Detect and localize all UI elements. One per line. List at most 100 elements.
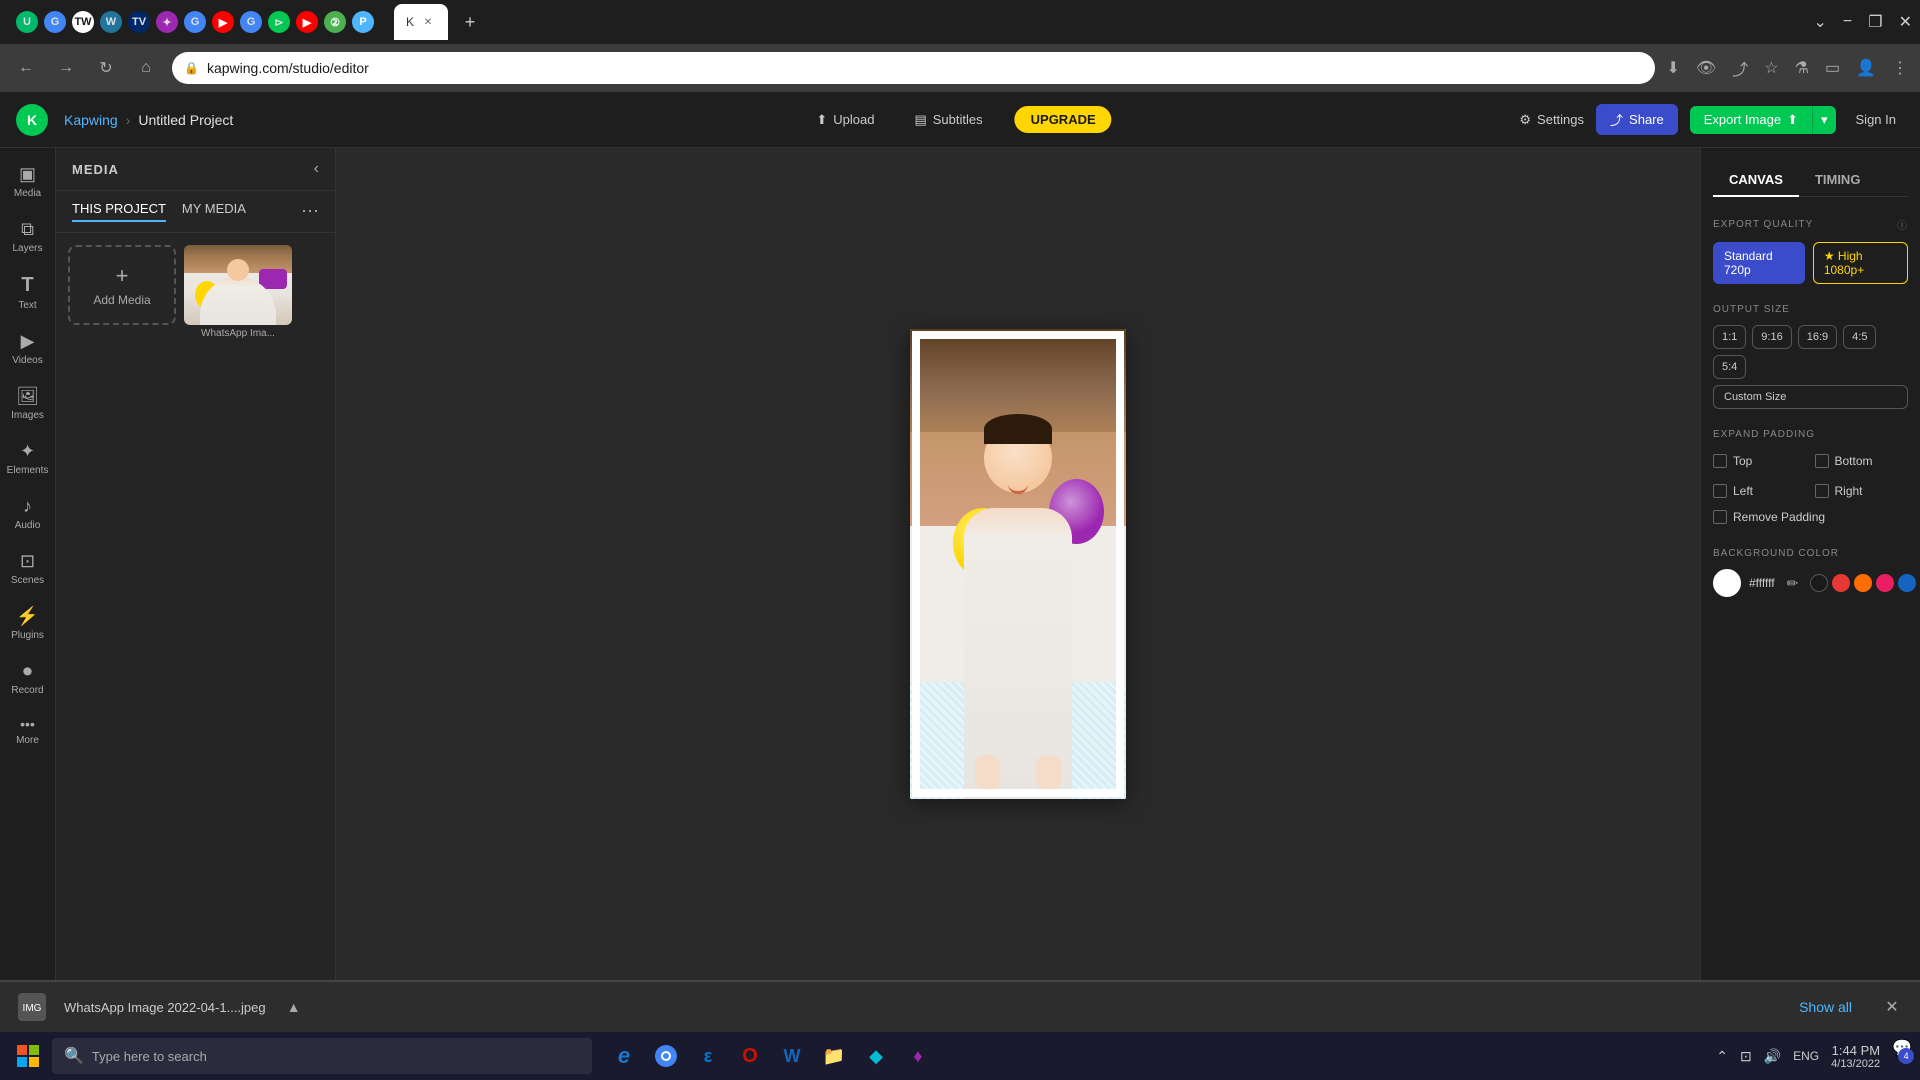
padding-bottom-button[interactable]: Bottom [1815,450,1909,472]
padding-top-button[interactable]: Top [1713,450,1807,472]
custom-size-button[interactable]: Custom Size [1713,385,1908,409]
bg-color-swatch[interactable] [1713,569,1741,597]
taskbar-speaker-icon[interactable]: 🔊 [1764,1048,1781,1065]
close-window-button[interactable]: ✕ [1899,12,1912,32]
start-button[interactable] [8,1036,48,1076]
show-all-button[interactable]: Show all [1799,999,1852,1015]
favicon-google3[interactable]: G [240,11,262,33]
padding-left-checkbox[interactable] [1713,484,1727,498]
tab-canvas[interactable]: CANVAS [1713,164,1799,197]
remove-padding-button[interactable]: Remove Padding [1713,506,1908,528]
sidebar-item-media[interactable]: ▣ Media [0,156,55,207]
notification-area[interactable]: 💬 4 [1892,1038,1912,1074]
padding-left-button[interactable]: Left [1713,480,1807,502]
sidebar-item-plugins[interactable]: ⚡ Plugins [0,598,55,649]
forward-button[interactable]: → [52,54,80,82]
sidebar-item-layers[interactable]: ⧉ Layers [0,211,55,262]
tab-my-media[interactable]: MY MEDIA [182,201,246,222]
close-bottom-bar-button[interactable]: ✕ [1880,995,1904,1019]
taskbar-app-explorer[interactable]: 📁 [814,1036,854,1076]
profile-icon[interactable]: 👤 [1856,58,1876,78]
favicon-youtube1[interactable]: ▶ [212,11,234,33]
back-button[interactable]: ← [12,54,40,82]
media-panel-collapse-button[interactable]: ‹ [314,160,319,178]
upload-button[interactable]: ⬆ Upload [808,108,882,132]
color-dot-red[interactable] [1832,574,1850,592]
kapwing-logo[interactable]: K [16,104,48,136]
favicon-todoist[interactable]: TW [72,11,94,33]
padding-right-button[interactable]: Right [1815,480,1909,502]
sidebar-item-videos[interactable]: ▶ Videos [0,323,55,374]
bg-pen-icon[interactable]: ✏ [1787,575,1799,592]
size-4-5-button[interactable]: 4:5 [1843,325,1876,349]
sidebar-item-elements[interactable]: ✦ Elements [0,433,55,484]
favicon-google2[interactable]: G [184,11,206,33]
star-icon[interactable]: ☆ [1764,58,1778,78]
address-bar[interactable]: 🔒 kapwing.com/studio/editor [172,52,1655,84]
minimize-button[interactable]: − [1843,13,1852,31]
home-button[interactable]: ⌂ [132,54,160,82]
taskbar-search-bar[interactable]: 🔍 Type here to search [52,1038,592,1074]
add-media-button[interactable]: + Add Media [68,245,176,325]
download-icon[interactable]: ⬇ [1667,58,1680,78]
favicon-app2[interactable]: ⊳ [268,11,290,33]
size-5-4-button[interactable]: 5:4 [1713,355,1746,379]
share-button[interactable]: ⤴ Share [1596,104,1678,135]
favicon-app3[interactable]: ② [324,11,346,33]
color-dot-pink[interactable] [1876,574,1894,592]
size-9-16-button[interactable]: 9:16 [1752,325,1791,349]
export-button[interactable]: Export Image ⬆ [1690,106,1812,134]
sign-in-button[interactable]: Sign In [1848,108,1904,131]
quality-standard-button[interactable]: Standard 720p [1713,242,1805,284]
export-quality-info-icon[interactable]: ⓘ [1897,217,1908,232]
favicon-youtube2[interactable]: ▶ [296,11,318,33]
media-item-whatsapp[interactable]: WhatsApp Ima... [184,245,292,339]
puzzle-icon[interactable]: ⚗ [1795,58,1809,78]
padding-right-checkbox[interactable] [1815,484,1829,498]
remove-padding-checkbox[interactable] [1713,510,1727,524]
color-dot-blue[interactable] [1898,574,1916,592]
taskbar-app-8[interactable]: ♦ [898,1036,938,1076]
settings-button[interactable]: ⚙ Settings [1519,112,1584,128]
project-name[interactable]: Untitled Project [138,112,233,128]
sidebar-item-images[interactable]: 🖼 Images [0,378,55,429]
taskbar-app-chrome[interactable] [646,1036,686,1076]
favicon-app1[interactable]: ✦ [156,11,178,33]
taskbar-app-7[interactable]: ◆ [856,1036,896,1076]
tab-timing[interactable]: TIMING [1799,164,1877,197]
subtitles-button[interactable]: ▤ Subtitles [906,108,990,132]
active-tab[interactable]: K ✕ [394,4,448,40]
taskbar-network-icon[interactable]: ⊡ [1740,1048,1752,1065]
sidebar-item-text[interactable]: T Text [0,266,55,319]
menu-icon[interactable]: ⋮ [1892,58,1908,78]
eye-slash-icon[interactable]: 👁 [1696,58,1716,78]
padding-top-checkbox[interactable] [1713,454,1727,468]
favicon-wordpress[interactable]: W [100,11,122,33]
size-1-1-button[interactable]: 1:1 [1713,325,1746,349]
favicon-google1[interactable]: G [44,11,66,33]
tab-this-project[interactable]: THIS PROJECT [72,201,166,222]
color-dot-orange[interactable] [1854,574,1872,592]
tab-bar-chevron[interactable]: ⌄ [1814,12,1827,32]
sidebar-item-more[interactable]: ••• More [0,708,55,754]
media-more-button[interactable]: ⋯ [301,201,319,222]
media-thumb-whatsapp[interactable] [184,245,292,325]
share-icon[interactable]: ⤴ [1732,56,1748,80]
quality-high-button[interactable]: ★ High 1080p+ [1813,242,1908,284]
brand-link[interactable]: Kapwing [64,112,118,128]
restore-button[interactable]: ❐ [1868,12,1882,32]
sidebar-item-scenes[interactable]: ⊡ Scenes [0,543,55,594]
canvas-frame[interactable] [910,329,1126,799]
export-dropdown-button[interactable]: ▾ [1812,106,1836,134]
size-16-9-button[interactable]: 16:9 [1798,325,1837,349]
color-dot-black[interactable] [1810,574,1828,592]
taskbar-arrow-up-icon[interactable]: ⌃ [1716,1048,1728,1065]
favicon-app4[interactable]: P [352,11,374,33]
padding-bottom-checkbox[interactable] [1815,454,1829,468]
new-tab-button[interactable]: + [456,8,484,36]
close-tab-button[interactable]: ✕ [420,14,436,30]
taskbar-app-opera[interactable]: O [730,1036,770,1076]
sidebar-toggle-icon[interactable]: ▭ [1825,58,1840,78]
taskbar-app-ie[interactable]: e [604,1036,644,1076]
sidebar-item-audio[interactable]: ♪ Audio [0,488,55,539]
